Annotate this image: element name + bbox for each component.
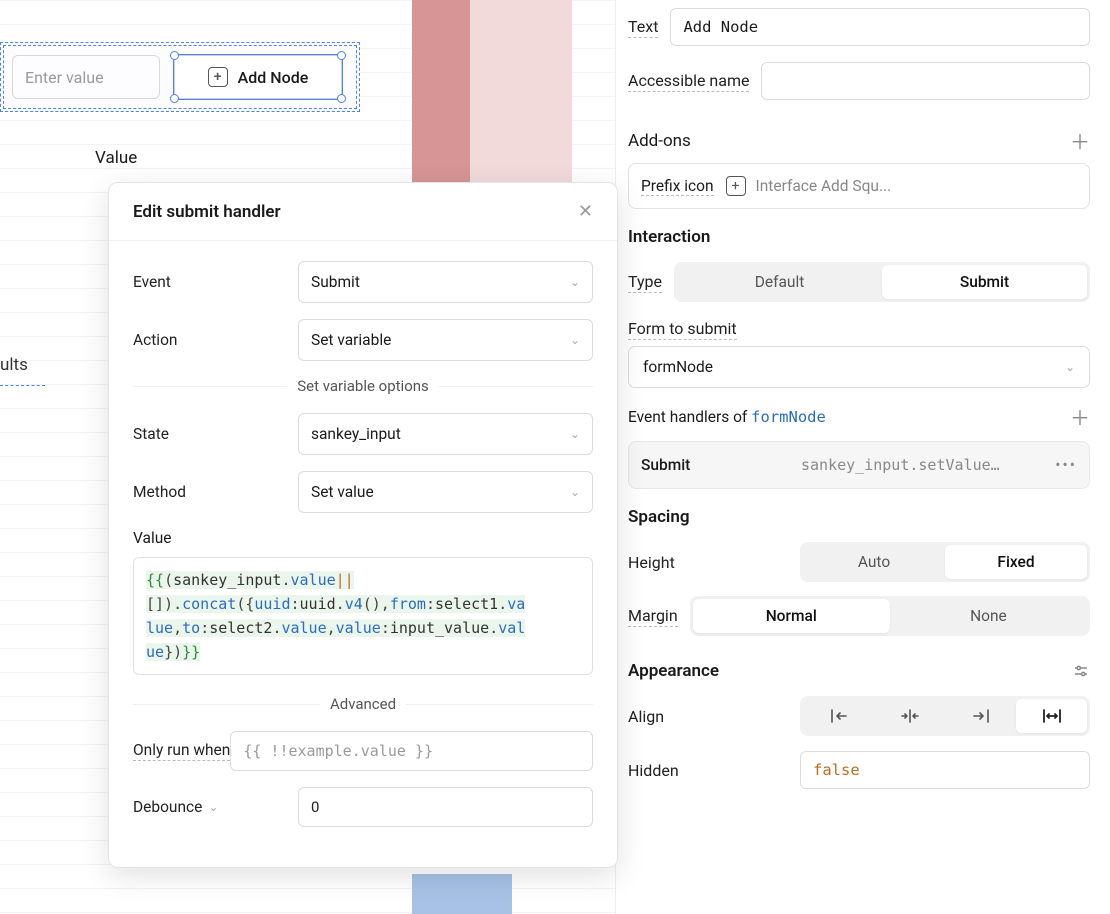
value-column-label: Value xyxy=(95,148,137,168)
accessible-name-label: Accessible name xyxy=(628,71,749,92)
method-value: Set value xyxy=(311,483,374,501)
appearance-header: Appearance xyxy=(628,661,719,681)
align-stretch-icon[interactable] xyxy=(1016,699,1087,733)
height-option-auto[interactable]: Auto xyxy=(803,545,945,579)
only-run-label: Only run when xyxy=(133,741,230,761)
form-node-outline[interactable]: Enter value + Add Node xyxy=(0,42,360,112)
chevron-down-icon: ⌄ xyxy=(570,333,580,347)
value-input[interactable]: Enter value xyxy=(12,55,160,99)
action-select[interactable]: Set variable ⌄ xyxy=(298,319,593,361)
handler-more-icon[interactable]: ••• xyxy=(1055,456,1077,474)
height-label: Height xyxy=(628,553,788,572)
modal-title: Edit submit handler xyxy=(133,202,281,222)
align-left-icon[interactable] xyxy=(803,699,874,733)
align-segmented[interactable] xyxy=(800,696,1090,736)
event-select[interactable]: Submit ⌄ xyxy=(298,261,593,303)
only-run-input[interactable]: {{ !!example.value }} xyxy=(230,731,593,771)
interaction-header: Interaction xyxy=(628,227,710,247)
event-handlers-label: Event handlers of formNode xyxy=(628,408,826,426)
chevron-down-icon: ⌄ xyxy=(1065,360,1075,374)
height-segmented[interactable]: Auto Fixed xyxy=(800,542,1090,582)
margin-segmented[interactable]: Normal None xyxy=(690,596,1090,636)
add-handler-button[interactable]: ＋ xyxy=(1070,402,1090,431)
accessible-name-input[interactable] xyxy=(761,62,1090,100)
action-value: Set variable xyxy=(311,331,391,349)
action-label: Action xyxy=(133,331,298,349)
spacing-header: Spacing xyxy=(628,507,690,527)
options-divider: Set variable options xyxy=(133,377,593,395)
type-label: Type xyxy=(628,272,662,293)
event-label: Event xyxy=(133,273,298,291)
prefix-icon-row[interactable]: Prefix icon + Interface Add Squ... xyxy=(628,163,1090,209)
chart-fragment-top xyxy=(412,0,572,182)
align-center-icon[interactable] xyxy=(874,699,945,733)
state-label: State xyxy=(133,425,298,443)
type-segmented[interactable]: Default Submit xyxy=(674,262,1090,302)
align-right-icon[interactable] xyxy=(945,699,1016,733)
chart-fragment-bottom xyxy=(412,874,512,914)
margin-option-normal[interactable]: Normal xyxy=(693,599,890,633)
debounce-label[interactable]: Debounce ⌄ xyxy=(133,798,298,816)
settings-icon[interactable] xyxy=(1072,662,1090,680)
type-option-submit[interactable]: Submit xyxy=(882,265,1087,299)
hidden-label: Hidden xyxy=(628,761,788,780)
advanced-divider: Advanced xyxy=(133,695,593,713)
chevron-down-icon: ⌄ xyxy=(570,275,580,289)
add-square-icon: + xyxy=(208,67,228,87)
chevron-down-icon: ⌄ xyxy=(570,427,580,441)
handler-desc: sankey_input.setValue… xyxy=(801,456,1045,474)
chevron-down-icon: ⌄ xyxy=(570,485,580,499)
debounce-input[interactable]: 0 xyxy=(298,787,593,827)
value-code-input[interactable]: {{(sankey_input.value|| []).concat({uuid… xyxy=(133,557,593,675)
state-select[interactable]: sankey_input ⌄ xyxy=(298,413,593,455)
chevron-down-icon: ⌄ xyxy=(208,800,218,814)
height-option-fixed[interactable]: Fixed xyxy=(945,545,1087,579)
type-option-default[interactable]: Default xyxy=(677,265,882,299)
hidden-input[interactable]: false xyxy=(800,751,1090,789)
prefix-icon-label: Prefix icon xyxy=(641,177,714,196)
method-select[interactable]: Set value ⌄ xyxy=(298,471,593,513)
handler-row[interactable]: Submit sankey_input.setValue… ••• xyxy=(628,441,1090,489)
addons-header: Add-ons xyxy=(628,131,691,151)
prefix-icon-value: Interface Add Squ... xyxy=(756,177,892,195)
method-label: Method xyxy=(133,483,298,501)
edit-handler-modal: Edit submit handler ✕ Event Submit ⌄ Act… xyxy=(108,182,618,868)
inspector-panel: Text Add Node Accessible name Add-ons ＋ … xyxy=(615,0,1110,914)
form-to-submit-label: Form to submit xyxy=(628,319,737,340)
results-label-fragment: ults xyxy=(0,355,28,375)
value-label: Value xyxy=(133,529,593,547)
margin-label: Margin xyxy=(628,606,678,627)
results-outline xyxy=(0,385,45,386)
add-node-button-label: Add Node xyxy=(238,68,309,87)
event-value: Submit xyxy=(311,273,360,291)
handler-name: Submit xyxy=(641,456,791,474)
align-label: Align xyxy=(628,707,788,726)
text-field-input[interactable]: Add Node xyxy=(670,8,1090,46)
margin-option-none[interactable]: None xyxy=(890,599,1087,633)
state-value: sankey_input xyxy=(311,425,401,443)
text-field-label: Text xyxy=(628,17,658,38)
add-addon-button[interactable]: ＋ xyxy=(1070,126,1090,155)
form-to-submit-value: formNode xyxy=(643,358,713,376)
add-node-button[interactable]: + Add Node xyxy=(174,55,342,99)
close-icon[interactable]: ✕ xyxy=(578,201,593,222)
form-to-submit-select[interactable]: formNode ⌄ xyxy=(628,346,1090,388)
add-square-icon: + xyxy=(726,176,746,196)
form-node-link[interactable]: formNode xyxy=(751,408,826,426)
